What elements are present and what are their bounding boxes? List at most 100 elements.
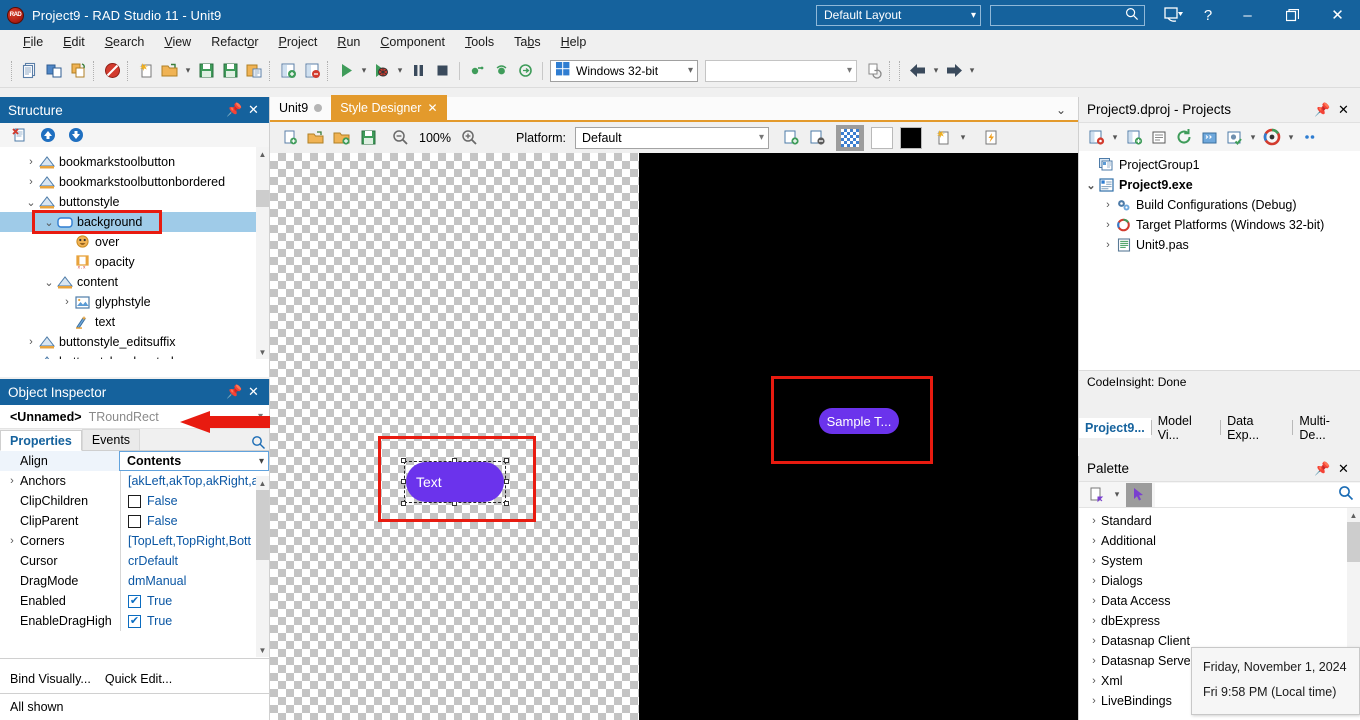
desktop-save-icon[interactable] <box>1157 0 1191 30</box>
new-project-dropdown-icon[interactable]: ▾ <box>1109 126 1121 148</box>
structure-tree-item-buttonstyle_editsuffix[interactable]: › buttonstyle_editsuffix <box>0 332 269 352</box>
chevron-down-icon[interactable]: ▾ <box>258 411 263 422</box>
scrollbar-thumb[interactable] <box>256 190 269 207</box>
menu-item-refactor[interactable]: Refactor <box>201 32 268 52</box>
property-value[interactable]: dmManual <box>120 571 269 591</box>
apply-style-icon[interactable] <box>979 126 1003 150</box>
new-project-icon[interactable] <box>1084 125 1108 149</box>
nav-forward-dropdown-icon[interactable]: ▾ <box>966 60 978 82</box>
projects-tree[interactable]: ProjectGroup1 ⌄ Project9.exe › Build Configu… <box>1079 151 1360 255</box>
property-grid-scrollbar[interactable]: ▲ ▼ <box>256 476 269 657</box>
property-checkbox[interactable] <box>128 594 141 608</box>
move-down-icon[interactable] <box>64 123 88 147</box>
scroll-up-icon[interactable]: ▲ <box>256 476 269 490</box>
editor-tab-style-designer[interactable]: Style Designer ✕ <box>331 95 447 120</box>
step-over-icon[interactable] <box>489 59 513 83</box>
run-target-dropdown-icon[interactable]: ▾ <box>1285 126 1297 148</box>
platform-selector[interactable]: Windows 32-bit ▾ <box>550 59 698 82</box>
nav-back-icon[interactable] <box>906 59 930 83</box>
quick-edit-link[interactable]: Quick Edit... <box>105 672 172 686</box>
menu-item-view[interactable]: View <box>154 32 201 52</box>
property-value[interactable]: True <box>120 611 269 631</box>
nav-forward-icon[interactable] <box>942 59 966 83</box>
palette-category-system[interactable]: › System <box>1079 551 1360 571</box>
close-icon[interactable]: ✕ <box>246 384 261 400</box>
resource-dropdown-icon[interactable]: ▾ <box>957 127 969 149</box>
structure-tree[interactable]: › bookmarkstoolbutton › bookmarkstoolbutton… <box>0 147 269 359</box>
open-folder-icon[interactable] <box>158 59 182 83</box>
expand-arrow-icon[interactable]: › <box>60 296 74 308</box>
run-debug-icon[interactable] <box>370 59 394 83</box>
project-tree-item-unit9-pas[interactable]: › Unit9.pas <box>1079 235 1360 255</box>
scroll-up-icon[interactable]: ▲ <box>256 147 269 161</box>
scrollbar-thumb[interactable] <box>256 490 269 560</box>
resize-grip-mr[interactable] <box>504 479 509 484</box>
property-checkbox[interactable] <box>128 494 141 508</box>
dock-tab-model-vi[interactable]: Model Vi... <box>1152 411 1220 445</box>
trace-into-icon[interactable] <box>465 59 489 83</box>
structure-tree-item-glyphstyle[interactable]: › glyphstyle <box>0 292 269 312</box>
save-project-icon[interactable] <box>242 59 266 83</box>
property-value[interactable]: False <box>120 491 269 511</box>
structure-tree-item-content[interactable]: ⌄ content <box>0 272 269 292</box>
property-row-Align[interactable]: Align Contents ▾ <box>0 451 269 471</box>
property-row-ClipChildren[interactable]: ClipChildren False <box>0 491 269 511</box>
save-as-icon[interactable] <box>218 59 242 83</box>
expand-arrow-icon[interactable]: › <box>24 356 38 359</box>
expand-arrow-icon[interactable]: › <box>4 535 20 547</box>
checkerboard-bg-icon[interactable] <box>836 124 864 151</box>
structure-tree-item-bookmarkstoolbutton[interactable]: › bookmarkstoolbutton <box>0 152 269 172</box>
new-item-icon[interactable] <box>134 59 158 83</box>
expand-arrow-icon[interactable]: › <box>4 475 20 487</box>
property-row-EnableDragHigh[interactable]: EnableDragHigh True <box>0 611 269 631</box>
white-bg-icon[interactable] <box>871 126 893 149</box>
pin-icon[interactable]: 📌 <box>1314 461 1330 477</box>
style-edit-canvas[interactable]: Text <box>270 153 639 720</box>
close-button[interactable]: ✕ <box>1315 0 1360 30</box>
save-style-icon[interactable] <box>356 126 380 150</box>
structure-tree-item-buttonstyle[interactable]: ⌄ buttonstyle <box>0 192 269 212</box>
object-selector[interactable]: <Unnamed> TRoundRect ▾ <box>0 405 269 429</box>
run-target-icon[interactable] <box>1260 125 1284 149</box>
more-icon[interactable] <box>1298 125 1322 149</box>
zoom-in-icon[interactable] <box>458 126 482 150</box>
toolbar-grip-6[interactable] <box>889 60 893 81</box>
property-value[interactable]: Contents ▾ <box>119 451 269 471</box>
expand-arrow-icon[interactable]: › <box>1087 595 1101 607</box>
property-row-Corners[interactable]: › Corners [TopLeft,TopRight,Bott <box>0 531 269 551</box>
structure-tree-item-text[interactable]: text <box>0 312 269 332</box>
expand-arrow-icon[interactable]: › <box>1087 675 1101 687</box>
expand-arrow-icon[interactable]: › <box>1087 655 1101 667</box>
add-project-icon[interactable] <box>1122 125 1146 149</box>
expand-arrow-icon[interactable]: › <box>1101 219 1115 231</box>
collapse-arrow-icon[interactable]: ⌄ <box>1084 179 1098 192</box>
toolbar-grip-5[interactable] <box>327 60 331 81</box>
structure-tree-item-buttonstyle_elevated[interactable]: › buttonstyle_elevated <box>0 352 269 359</box>
new-style-icon[interactable] <box>278 126 302 150</box>
save-icon[interactable] <box>194 59 218 83</box>
build-config-combo[interactable]: ▾ <box>705 59 857 82</box>
pin-icon[interactable]: 📌 <box>1314 102 1330 118</box>
resize-grip-tl[interactable] <box>401 458 406 463</box>
editor-tab-unit9[interactable]: Unit9 <box>270 95 331 120</box>
stop-icon[interactable] <box>430 59 454 83</box>
scrollbar-thumb[interactable] <box>1347 522 1360 562</box>
add-object-icon[interactable] <box>779 126 803 150</box>
refresh-icon[interactable] <box>1172 125 1196 149</box>
property-row-Anchors[interactable]: › Anchors [akLeft,akTop,akRight,a <box>0 471 269 491</box>
expand-arrow-icon[interactable]: › <box>1101 199 1115 211</box>
add-style-icon[interactable] <box>330 126 354 150</box>
menu-item-search[interactable]: Search <box>95 32 155 52</box>
nav-back-dropdown-icon[interactable]: ▾ <box>930 60 942 82</box>
resize-grip-tr[interactable] <box>504 458 509 463</box>
property-row-Cursor[interactable]: Cursor crDefault <box>0 551 269 571</box>
scroll-up-icon[interactable]: ▲ <box>1347 508 1360 522</box>
remove-object-icon[interactable] <box>805 126 829 150</box>
expand-arrow-icon[interactable]: › <box>1087 615 1101 627</box>
property-row-ClipParent[interactable]: ClipParent False <box>0 511 269 531</box>
style-preview-button[interactable]: Text <box>406 462 504 502</box>
property-value[interactable]: [TopLeft,TopRight,Bott <box>120 531 269 551</box>
restore-button[interactable] <box>1270 0 1315 30</box>
bind-visually-link[interactable]: Bind Visually... <box>10 672 91 686</box>
expand-arrow-icon[interactable]: › <box>24 156 38 168</box>
